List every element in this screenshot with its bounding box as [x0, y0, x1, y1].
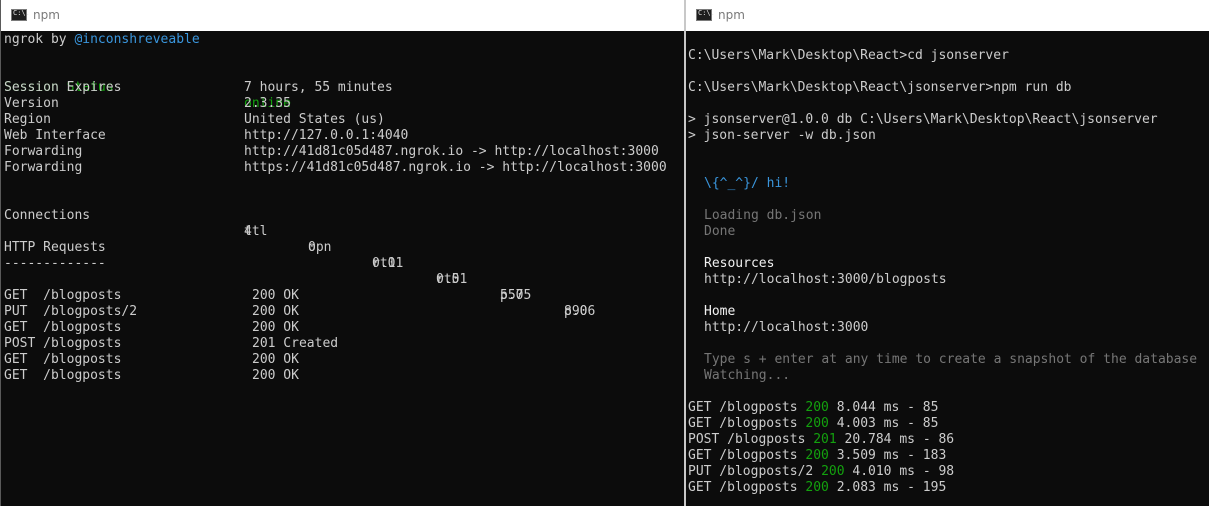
- log-request: POST /blogposts: [688, 432, 806, 447]
- left-titlebar[interactable]: C:\. npm: [1, 0, 684, 31]
- ngrok-output: ngrok by @inconshreveable Session Status…: [4, 32, 667, 384]
- request-status: 200 OK: [252, 320, 299, 335]
- conn-value: 0.01: [372, 256, 404, 271]
- log-request: GET /blogposts: [688, 416, 798, 431]
- field-row: Forwarding http://41d81c05d487.ngrok.io -…: [4, 144, 659, 160]
- session-status-row: Session Status online: [4, 64, 291, 111]
- done-text: Done: [704, 224, 736, 239]
- ngrok-header: ngrok by @inconshreveable: [4, 32, 200, 47]
- request-line: GET /blogposts: [4, 288, 122, 303]
- request-status: 200 OK: [252, 304, 299, 319]
- log-status: 200: [805, 400, 829, 415]
- console-icon: C:\.: [696, 9, 715, 21]
- log-timing: 4.010 ms - 98: [852, 464, 955, 479]
- npm-script-line: > json-server -w db.json: [688, 128, 876, 143]
- request-row: GET /blogposts 200 OK: [4, 320, 299, 336]
- request-status: 200 OK: [252, 368, 299, 383]
- conn-value: 4: [244, 224, 252, 239]
- request-row: POST /blogposts 201 Created: [4, 336, 338, 352]
- log-status: 200: [805, 416, 829, 431]
- conn-value: 0.01: [436, 272, 468, 287]
- window-title: npm: [33, 8, 60, 22]
- log-timing: 2.083 ms - 195: [836, 480, 947, 495]
- log-row: PUT /blogposts/2 200 4.010 ms - 98: [688, 464, 1197, 480]
- request-line: GET /blogposts: [4, 352, 122, 367]
- right-titlebar[interactable]: C:\. npm: [686, 0, 1209, 31]
- resources-heading: Resources: [704, 256, 775, 271]
- field-label: Forwarding: [4, 160, 83, 175]
- ngrok-author: @inconshreveable: [74, 32, 200, 47]
- resources-url: http://localhost:3000/blogposts: [704, 272, 947, 287]
- field-value: 2.3.35: [244, 96, 291, 111]
- npm-script-line: > jsonserver@1.0.0 db C:\Users\Mark\Desk…: [688, 112, 1158, 127]
- log-row: POST /blogposts 201 20.784 ms - 86: [688, 432, 1197, 448]
- field-value: https://41d81c05d487.ngrok.io -> http://…: [244, 160, 667, 175]
- home-heading: Home: [704, 304, 736, 319]
- json-server-output: C:\Users\Mark\Desktop\React>cd jsonserve…: [688, 48, 1197, 496]
- log-row: GET /blogposts 200 3.509 ms - 183: [688, 448, 1197, 464]
- log-timing: 20.784 ms - 86: [844, 432, 955, 447]
- field-value: http://41d81c05d487.ngrok.io -> http://l…: [244, 144, 659, 159]
- json-server-banner: \{^_^}/ hi!: [704, 176, 791, 191]
- watching-text: Watching...: [704, 368, 791, 383]
- log-status: 201: [813, 432, 837, 447]
- request-row: GET /blogposts 200 OK: [4, 368, 299, 384]
- log-request: GET /blogposts: [688, 480, 798, 495]
- http-requests-rule: -------------: [4, 256, 106, 271]
- log-timing: 3.509 ms - 183: [836, 448, 947, 463]
- field-label: Web Interface: [4, 128, 106, 143]
- log-row: GET /blogposts 200 2.083 ms - 195: [688, 480, 1197, 496]
- field-label: Session Expires: [4, 80, 122, 95]
- request-line: POST /blogposts: [4, 336, 122, 351]
- connections-header-row: Connections ttl opn rt1 rt5 p50 p90: [4, 192, 587, 319]
- field-row: Web Interface http://127.0.0.1:4040: [4, 128, 408, 144]
- conn-value: 5.75: [500, 288, 532, 303]
- ngrok-terminal-window[interactable]: C:\. npm ngrok by @inconshreveable Sessi…: [0, 0, 684, 506]
- log-row: GET /blogposts 200 4.003 ms - 85: [688, 416, 1197, 432]
- loading-text: Loading db.json: [704, 208, 822, 223]
- conn-value: 0: [308, 240, 316, 255]
- log-request: GET /blogposts: [688, 400, 798, 415]
- snapshot-hint: Type s + enter at any time to create a s…: [704, 352, 1198, 367]
- request-status: 200 OK: [252, 352, 299, 367]
- request-status: 200 OK: [252, 288, 299, 303]
- request-status: 201 Created: [252, 336, 339, 351]
- log-status: 200: [805, 480, 829, 495]
- field-value: 7 hours, 55 minutes: [244, 80, 393, 95]
- http-requests-heading: HTTP Requests: [4, 240, 106, 255]
- log-request: GET /blogposts: [688, 448, 798, 463]
- field-row: Session Expires 7 hours, 55 minutes: [4, 80, 393, 96]
- field-value: United States (us): [244, 112, 385, 127]
- command-line: C:\Users\Mark\Desktop\React\jsonserver>n…: [688, 80, 1072, 95]
- log-timing: 4.003 ms - 85: [836, 416, 939, 431]
- field-value: http://127.0.0.1:4040: [244, 128, 409, 143]
- log-request: PUT /blogposts/2: [688, 464, 814, 479]
- console-icon: C:\.: [11, 9, 30, 21]
- field-label: Version: [4, 96, 59, 111]
- conn-value: 8.06: [564, 304, 596, 319]
- log-status: 200: [821, 464, 845, 479]
- connections-values-row: 4 0 0.01 0.01 5.75 8.06: [4, 208, 595, 319]
- request-row: GET /blogposts 200 OK: [4, 288, 299, 304]
- field-row: Region United States (us): [4, 112, 385, 128]
- request-line: PUT /blogposts/2: [4, 304, 138, 319]
- log-timing: 8.044 ms - 85: [836, 400, 939, 415]
- field-label: Region: [4, 112, 51, 127]
- log-status: 200: [805, 448, 829, 463]
- window-title: npm: [718, 8, 745, 22]
- json-server-terminal-window[interactable]: C:\. npm C:\Users\Mark\Desktop\React>cd …: [686, 0, 1209, 506]
- request-row: PUT /blogposts/2 200 OK: [4, 304, 299, 320]
- command-line: C:\Users\Mark\Desktop\React>cd jsonserve…: [688, 48, 1009, 63]
- field-row: Forwarding https://41d81c05d487.ngrok.io …: [4, 160, 667, 176]
- log-row: GET /blogposts 200 8.044 ms - 85: [688, 400, 1197, 416]
- field-label: Forwarding: [4, 144, 83, 159]
- field-row: Version 2.3.35: [4, 96, 291, 112]
- request-row: GET /blogposts 200 OK: [4, 352, 299, 368]
- home-url: http://localhost:3000: [704, 320, 869, 335]
- request-line: GET /blogposts: [4, 320, 122, 335]
- request-line: GET /blogposts: [4, 368, 122, 383]
